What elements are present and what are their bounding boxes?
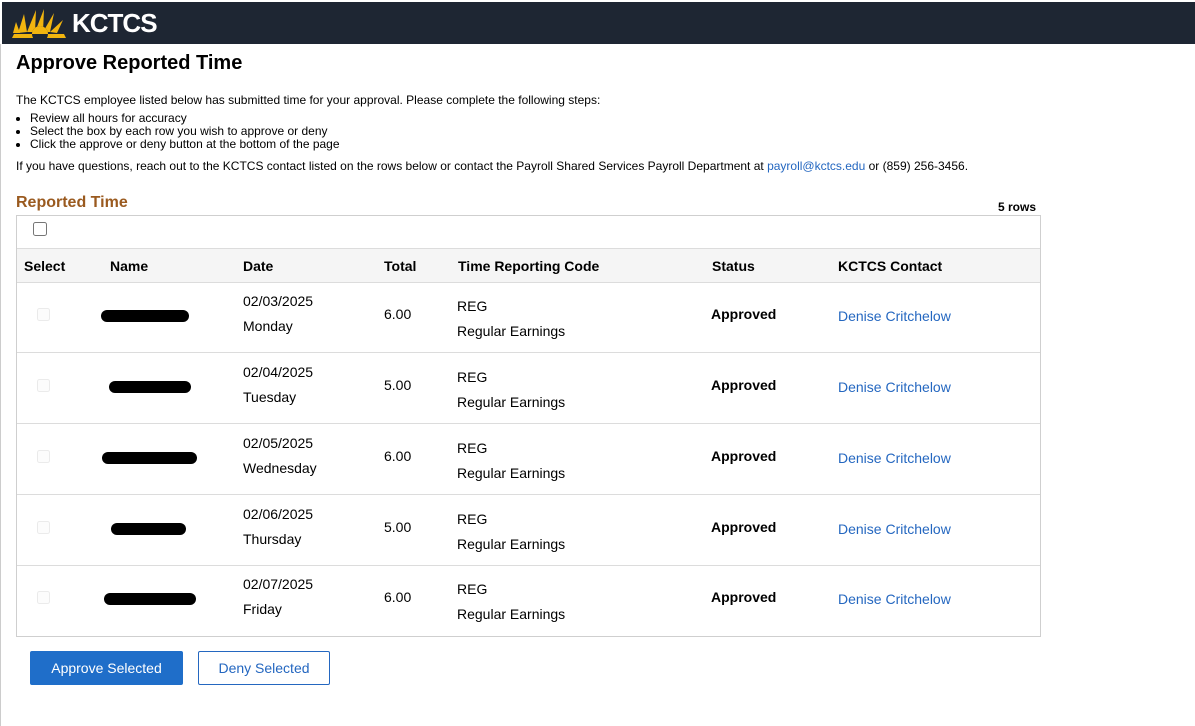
day-value: Wednesday bbox=[243, 460, 317, 476]
row-select-checkbox[interactable] bbox=[37, 521, 50, 534]
employee-name-redacted[interactable] bbox=[111, 521, 201, 537]
trc-description: Regular Earnings bbox=[457, 323, 566, 339]
date-cell: 02/05/2025 Wednesday bbox=[243, 431, 317, 481]
total-cell: 6.00 bbox=[384, 589, 412, 605]
row-select-checkbox[interactable] bbox=[37, 591, 50, 604]
date-cell: 02/03/2025 Monday bbox=[243, 289, 313, 339]
date-value: 02/03/2025 bbox=[243, 293, 314, 309]
reported-time-grid: Select Name Date Total Time Reporting Co… bbox=[16, 215, 1041, 637]
contact-link[interactable]: Denise Critchelow bbox=[838, 308, 951, 324]
row-select-checkbox[interactable] bbox=[37, 379, 50, 392]
table-row: 02/07/2025 Friday 6.00 REG Regular Earning… bbox=[17, 565, 1040, 635]
trc-code: REG bbox=[457, 369, 488, 385]
employee-name-redacted[interactable] bbox=[102, 450, 197, 466]
contact-link[interactable]: Denise Critchelow bbox=[838, 521, 951, 537]
redaction-mark bbox=[109, 381, 191, 393]
row-count: 5 rows bbox=[998, 200, 1037, 214]
day-value: Tuesday bbox=[243, 389, 297, 405]
step-item: Click the approve or deny button at the … bbox=[30, 138, 340, 151]
page-title: Approve Reported Time bbox=[16, 52, 243, 74]
kctcs-logo[interactable]: KCTCS bbox=[10, 7, 158, 39]
day-value: Friday bbox=[243, 601, 282, 617]
page-left-border bbox=[0, 44, 1, 726]
total-cell: 6.00 bbox=[384, 448, 412, 464]
date-value: 02/05/2025 bbox=[243, 435, 314, 451]
trc-description: Regular Earnings bbox=[457, 394, 566, 410]
trc-description: Regular Earnings bbox=[457, 606, 566, 622]
contact-suffix: or (859) 256-3456. bbox=[865, 159, 969, 173]
total-cell: 5.00 bbox=[384, 377, 412, 393]
redaction-mark bbox=[101, 310, 189, 322]
column-header-name[interactable]: Name bbox=[110, 258, 148, 274]
date-cell: 02/07/2025 Friday bbox=[243, 572, 313, 622]
status-cell: Approved bbox=[711, 306, 777, 322]
trc-code: REG bbox=[457, 511, 488, 527]
status-cell: Approved bbox=[711, 377, 777, 393]
row-select-checkbox[interactable] bbox=[37, 308, 50, 321]
section-title: Reported Time bbox=[16, 194, 128, 211]
total-cell: 6.00 bbox=[384, 306, 412, 322]
trc-cell: REG Regular Earnings bbox=[457, 365, 565, 415]
contact-line: If you have questions, reach out to the … bbox=[16, 159, 968, 173]
column-header-trc[interactable]: Time Reporting Code bbox=[458, 258, 599, 274]
status-cell: Approved bbox=[711, 589, 777, 605]
approve-selected-button[interactable]: Approve Selected bbox=[30, 651, 183, 685]
employee-name-redacted[interactable] bbox=[109, 379, 199, 395]
employee-name-redacted[interactable] bbox=[104, 591, 196, 607]
date-value: 02/06/2025 bbox=[243, 506, 314, 522]
trc-cell: REG Regular Earnings bbox=[457, 436, 565, 486]
trc-description: Regular Earnings bbox=[457, 536, 566, 552]
trc-code: REG bbox=[457, 581, 488, 597]
column-header-date[interactable]: Date bbox=[243, 258, 273, 274]
row-select-checkbox[interactable] bbox=[37, 450, 50, 463]
intro-text: The KCTCS employee listed below has subm… bbox=[16, 93, 601, 107]
column-header-status[interactable]: Status bbox=[712, 258, 755, 274]
redaction-mark bbox=[111, 523, 186, 535]
status-cell: Approved bbox=[711, 519, 777, 535]
date-value: 02/07/2025 bbox=[243, 576, 314, 592]
trc-cell: REG Regular Earnings bbox=[457, 507, 565, 557]
deny-selected-button[interactable]: Deny Selected bbox=[198, 651, 330, 685]
trc-cell: REG Regular Earnings bbox=[457, 294, 565, 344]
date-cell: 02/04/2025 Tuesday bbox=[243, 360, 313, 410]
employee-name-redacted[interactable] bbox=[101, 308, 191, 324]
table-row: 02/06/2025 Thursday 5.00 REG Regular Earni… bbox=[17, 495, 1040, 566]
contact-link[interactable]: Denise Critchelow bbox=[838, 591, 951, 607]
sunburst-logo-icon bbox=[12, 9, 66, 38]
trc-code: REG bbox=[457, 298, 488, 314]
payroll-email-link[interactable]: payroll@kctcs.edu bbox=[767, 159, 865, 173]
redaction-mark bbox=[104, 593, 196, 605]
top-header-bar: KCTCS bbox=[2, 2, 1195, 44]
steps-list: Review all hours for accuracy Select the… bbox=[16, 112, 340, 151]
grid-header-row: Select Name Date Total Time Reporting Co… bbox=[17, 248, 1040, 283]
day-value: Monday bbox=[243, 318, 293, 334]
trc-cell: REG Regular Earnings bbox=[457, 577, 565, 627]
select-all-checkbox[interactable] bbox=[33, 222, 47, 236]
day-value: Thursday bbox=[243, 531, 302, 547]
redaction-mark bbox=[102, 452, 197, 464]
status-cell: Approved bbox=[711, 448, 777, 464]
trc-description: Regular Earnings bbox=[457, 465, 566, 481]
contact-link[interactable]: Denise Critchelow bbox=[838, 379, 951, 395]
table-row: 02/04/2025 Tuesday 5.00 REG Regular Earnin… bbox=[17, 353, 1040, 424]
total-cell: 5.00 bbox=[384, 519, 412, 535]
table-row: 02/05/2025 Wednesday 6.00 REG Regular Earn… bbox=[17, 424, 1040, 495]
brand-text: KCTCS bbox=[72, 7, 158, 38]
column-header-select[interactable]: Select bbox=[24, 258, 65, 274]
date-value: 02/04/2025 bbox=[243, 364, 314, 380]
trc-code: REG bbox=[457, 440, 488, 456]
contact-prefix: If you have questions, reach out to the … bbox=[16, 159, 768, 173]
contact-link[interactable]: Denise Critchelow bbox=[838, 450, 951, 466]
column-header-contact[interactable]: KCTCS Contact bbox=[838, 258, 942, 274]
column-header-total[interactable]: Total bbox=[384, 258, 416, 274]
date-cell: 02/06/2025 Thursday bbox=[243, 502, 313, 552]
table-row: 02/03/2025 Monday 6.00 REG Regular Earning… bbox=[17, 282, 1040, 353]
